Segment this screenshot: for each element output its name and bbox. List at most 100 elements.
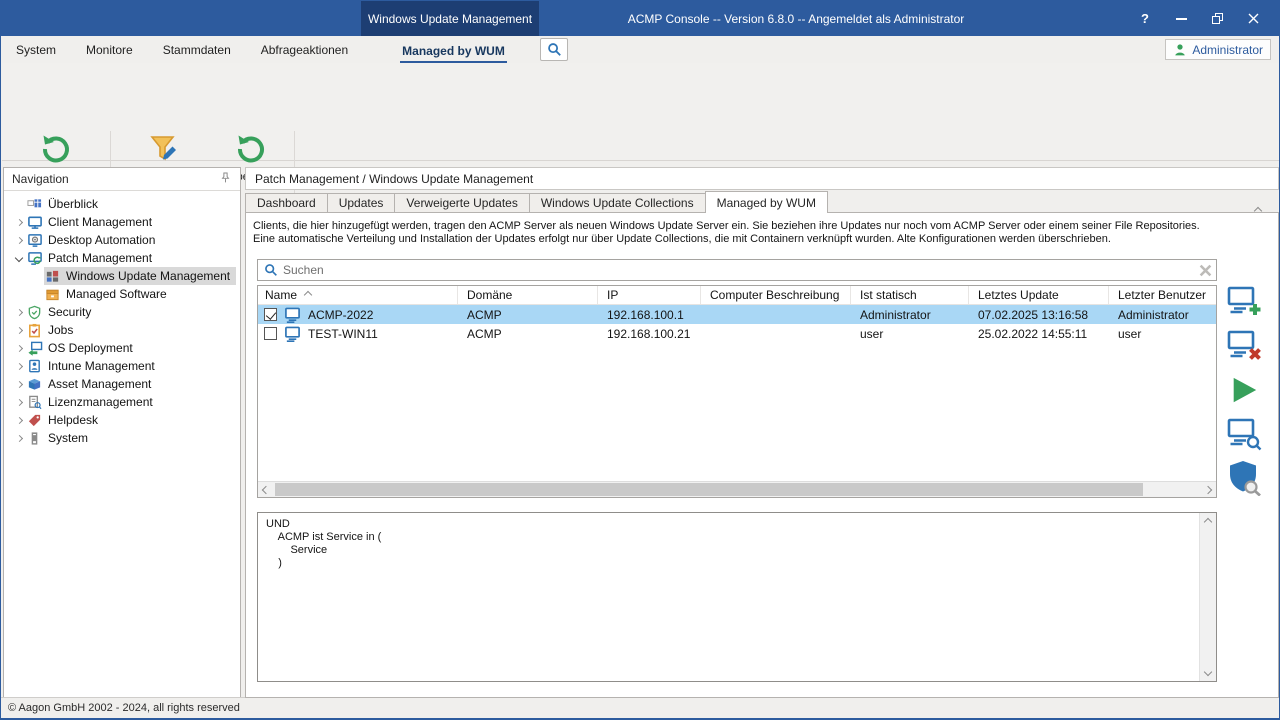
logged-in-user-button[interactable]: Administrator xyxy=(1165,39,1271,60)
table-header-row: Name Domäne IP Computer Beschreibung Ist… xyxy=(258,286,1216,305)
nav-item-security[interactable]: Security xyxy=(4,303,240,321)
tab-label: Verweigerte Updates xyxy=(406,196,517,210)
table-row[interactable]: ACMP-2022 ACMP 192.168.100.1 Administrat… xyxy=(258,305,1216,324)
client-ip: 192.168.100.21 xyxy=(598,327,701,341)
remove-client-icon xyxy=(1226,329,1262,363)
nav-item-label: Überblick xyxy=(48,197,98,211)
nav-item-asset-management[interactable]: Asset Management xyxy=(4,375,240,393)
client-name: TEST-WIN11 xyxy=(308,327,378,341)
row-checkbox-checked[interactable] xyxy=(264,308,277,321)
help-button[interactable]: ? xyxy=(1127,1,1163,36)
tab-managed-by-wum[interactable]: Managed by WUM xyxy=(705,191,828,213)
ribbon: Aktualisieren Filter konfigurieren Neu b… xyxy=(2,63,1280,161)
client-is-static: Administrator xyxy=(851,308,969,322)
column-header-computer-beschreibung[interactable]: Computer Beschreibung xyxy=(701,286,851,304)
column-header-ist-statisch[interactable]: Ist statisch xyxy=(851,286,969,304)
horizontal-scrollbar[interactable] xyxy=(258,481,1216,497)
restore-button[interactable] xyxy=(1199,1,1235,36)
column-header-name[interactable]: Name xyxy=(258,286,458,304)
nav-item-desktop-automation[interactable]: Desktop Automation xyxy=(4,231,240,249)
table-row[interactable]: TEST-WIN11 ACMP 192.168.100.21 user 25.0… xyxy=(258,324,1216,343)
filter-line: ACMP ist Service in ( xyxy=(266,531,1208,544)
refresh-icon xyxy=(235,133,267,165)
close-button[interactable] xyxy=(1235,1,1271,36)
search-icon xyxy=(264,263,278,277)
minimize-button[interactable] xyxy=(1163,1,1199,36)
nav-item-ueberblick[interactable]: Überblick xyxy=(4,195,240,213)
asset-icon xyxy=(26,376,43,392)
user-icon xyxy=(1173,43,1187,57)
column-header-letztes-update[interactable]: Letztes Update xyxy=(969,286,1109,304)
client-name: ACMP-2022 xyxy=(308,308,373,322)
menu-search-button[interactable] xyxy=(540,38,568,61)
computer-icon xyxy=(284,307,301,323)
nav-item-intune-management[interactable]: Intune Management xyxy=(4,357,240,375)
scan-updates-button[interactable] xyxy=(1225,461,1263,495)
nav-item-jobs[interactable]: Jobs xyxy=(4,321,240,339)
remove-client-button[interactable] xyxy=(1225,329,1263,363)
client-last-update: 25.02.2022 14:55:11 xyxy=(969,327,1109,341)
client-is-static: user xyxy=(851,327,969,341)
help-icon: ? xyxy=(1141,11,1149,26)
column-header-domaene[interactable]: Domäne xyxy=(458,286,598,304)
vertical-scrollbar[interactable] xyxy=(1199,513,1216,681)
acmp-console-window: Windows Update Management ACMP Console -… xyxy=(0,0,1280,720)
titlebar-context-tab[interactable]: Windows Update Management xyxy=(361,1,539,36)
inspect-client-button[interactable] xyxy=(1225,417,1263,451)
menubar: System Monitore Stammdaten Abfrageaktion… xyxy=(2,36,1280,63)
column-header-ip[interactable]: IP xyxy=(598,286,701,304)
tab-dashboard[interactable]: Dashboard xyxy=(245,193,328,213)
scroll-right-icon[interactable] xyxy=(1200,482,1216,497)
nav-item-label: Asset Management xyxy=(48,377,151,391)
menu-item-monitore[interactable]: Monitore xyxy=(84,41,135,59)
managed-clients-table: Name Domäne IP Computer Beschreibung Ist… xyxy=(257,285,1217,498)
nav-item-label: Lizenzmanagement xyxy=(48,395,153,409)
tab-windows-update-collections[interactable]: Windows Update Collections xyxy=(529,193,706,213)
nav-item-system[interactable]: System xyxy=(4,429,240,447)
add-client-button[interactable] xyxy=(1225,285,1263,319)
client-last-user: user xyxy=(1109,327,1218,341)
nav-item-windows-update-management[interactable]: Windows Update Management xyxy=(4,267,240,285)
clear-search-icon[interactable] xyxy=(1194,264,1216,277)
scroll-up-icon[interactable] xyxy=(1200,514,1216,530)
inspect-client-icon xyxy=(1226,417,1262,451)
filter-line: ) xyxy=(266,557,1208,570)
shield-search-icon xyxy=(1227,460,1261,496)
nav-item-client-management[interactable]: Client Management xyxy=(4,213,240,231)
menu-item-abfrageaktionen[interactable]: Abfrageaktionen xyxy=(259,41,350,59)
column-header-label: Domäne xyxy=(467,288,512,302)
content-tabstrip: Dashboard Updates Verweigerte Updates Wi… xyxy=(245,191,828,213)
nav-item-helpdesk[interactable]: Helpdesk xyxy=(4,411,240,429)
nav-item-lizenzmanagement[interactable]: Lizenzmanagement xyxy=(4,393,240,411)
copyright-text: © Aagon GmbH 2002 - 2024, all rights res… xyxy=(8,702,240,714)
scrollbar-thumb[interactable] xyxy=(275,483,1143,496)
run-button[interactable] xyxy=(1225,373,1263,407)
tab-updates[interactable]: Updates xyxy=(327,193,396,213)
nav-item-os-deployment[interactable]: OS Deployment xyxy=(4,339,240,357)
tab-verweigerte-updates[interactable]: Verweigerte Updates xyxy=(394,193,529,213)
chevron-right-icon xyxy=(15,362,22,369)
nav-item-label: Windows Update Management xyxy=(66,269,230,283)
nav-item-patch-management[interactable]: Patch Management xyxy=(4,249,240,267)
pin-icon[interactable] xyxy=(219,171,232,187)
menu-item-managed-by-wum[interactable]: Managed by WUM xyxy=(400,42,507,64)
menu-item-system[interactable]: System xyxy=(14,41,58,59)
column-header-letzter-benutzer[interactable]: Letzter Benutzer xyxy=(1109,286,1218,304)
chevron-right-icon xyxy=(15,380,22,387)
scroll-left-icon[interactable] xyxy=(258,482,274,497)
menu-item-stammdaten[interactable]: Stammdaten xyxy=(161,41,233,59)
client-domain: ACMP xyxy=(458,327,598,341)
nav-item-label: Security xyxy=(48,305,91,319)
client-last-update: 07.02.2025 13:16:58 xyxy=(969,308,1109,322)
windows-update-icon xyxy=(44,268,61,284)
titlebar-context-tab-label: Windows Update Management xyxy=(368,12,532,26)
scroll-down-icon[interactable] xyxy=(1200,664,1216,680)
nav-item-label: System xyxy=(48,431,88,445)
search-input[interactable] xyxy=(283,263,1194,277)
filter-configure-icon xyxy=(146,132,180,166)
intune-icon xyxy=(26,358,43,374)
row-checkbox-unchecked[interactable] xyxy=(264,327,277,340)
nav-item-managed-software[interactable]: Managed Software xyxy=(4,285,240,303)
restore-icon xyxy=(1212,13,1223,24)
filter-expression-text: UND ACMP ist Service in ( Service ) xyxy=(258,513,1216,575)
